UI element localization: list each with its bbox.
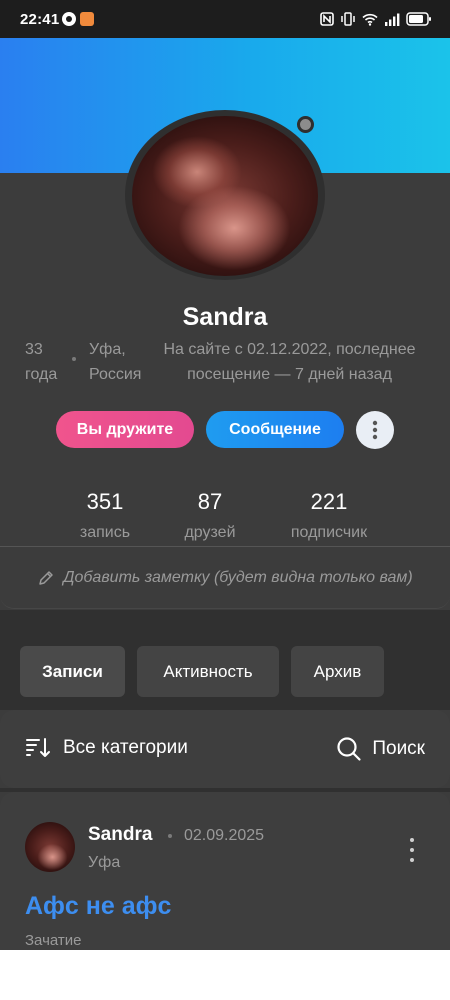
stat-friends-label: друзей (184, 524, 236, 541)
dot (410, 858, 414, 862)
vibrate-icon (341, 12, 355, 26)
search-label: Поиск (372, 738, 425, 759)
tab-activity[interactable]: Активность (137, 646, 279, 697)
filter-bar: Все категории Поиск (0, 710, 450, 788)
post-author-name[interactable]: Sandra (88, 824, 152, 846)
stat-friends-count[interactable]: 87 (170, 489, 250, 515)
categories-filter-label: Все категории (63, 737, 188, 758)
info-separator (72, 357, 76, 361)
post-author-avatar[interactable] (25, 822, 75, 872)
post-title[interactable]: Афс не афс (25, 892, 171, 921)
add-note-label: Добавить заметку (будет видна только вам… (63, 568, 413, 586)
add-note-button[interactable]: Добавить заметку (будет видна только вам… (0, 547, 450, 609)
profile-last-seen: На сайте с 02.12.2022, последнее посещен… (163, 341, 416, 383)
friends-button[interactable]: Вы дружите (56, 411, 194, 448)
stat-posts-label: запись (79, 524, 131, 541)
avatar-image (132, 116, 318, 276)
online-status-indicator (297, 116, 314, 133)
dot (410, 848, 414, 852)
app-notification-icon (62, 12, 76, 26)
wifi-icon (362, 13, 378, 26)
tab-archive[interactable]: Архив (291, 646, 384, 697)
tab-posts[interactable]: Записи (20, 646, 125, 697)
post-card[interactable]: Sandra 02.09.2025 Уфа Афс не афс Зачатие (0, 792, 450, 950)
profile-avatar[interactable] (125, 110, 325, 280)
post-menu-button[interactable] (400, 838, 424, 862)
more-vertical-icon (372, 420, 378, 440)
stat-posts-count[interactable]: 351 (65, 489, 145, 515)
dot (410, 838, 414, 842)
categories-filter-button[interactable]: Все категории (25, 736, 188, 760)
more-button[interactable] (356, 411, 394, 449)
nfc-icon (320, 12, 334, 26)
app-notification-icon (80, 12, 94, 26)
search-button[interactable]: Поиск (336, 736, 425, 762)
post-category[interactable]: Зачатие (25, 932, 82, 949)
stat-subscribers-label: подписчик (290, 524, 368, 541)
profile-name: Sandra (182, 303, 268, 331)
pencil-icon (39, 570, 54, 585)
battery-icon (406, 12, 431, 26)
post-date: 02.09.2025 (184, 827, 265, 844)
status-bar: 22:41 (0, 0, 450, 38)
profile-city: Уфа, Россия (89, 341, 142, 383)
search-icon (337, 737, 361, 761)
status-time: 22:41 (20, 11, 60, 28)
status-icons (320, 11, 432, 27)
sort-icon (26, 738, 50, 757)
post-meta-separator (168, 834, 172, 838)
stat-subscribers-count[interactable]: 221 (289, 489, 369, 515)
message-button[interactable]: Сообщение (206, 411, 344, 448)
profile-age: 33 года (25, 341, 58, 383)
post-city: Уфа (88, 854, 121, 871)
profile-screen: 22:41 Sandra 33 года Уфа, Россия На сайт… (0, 0, 450, 950)
signal-icon (385, 13, 400, 26)
